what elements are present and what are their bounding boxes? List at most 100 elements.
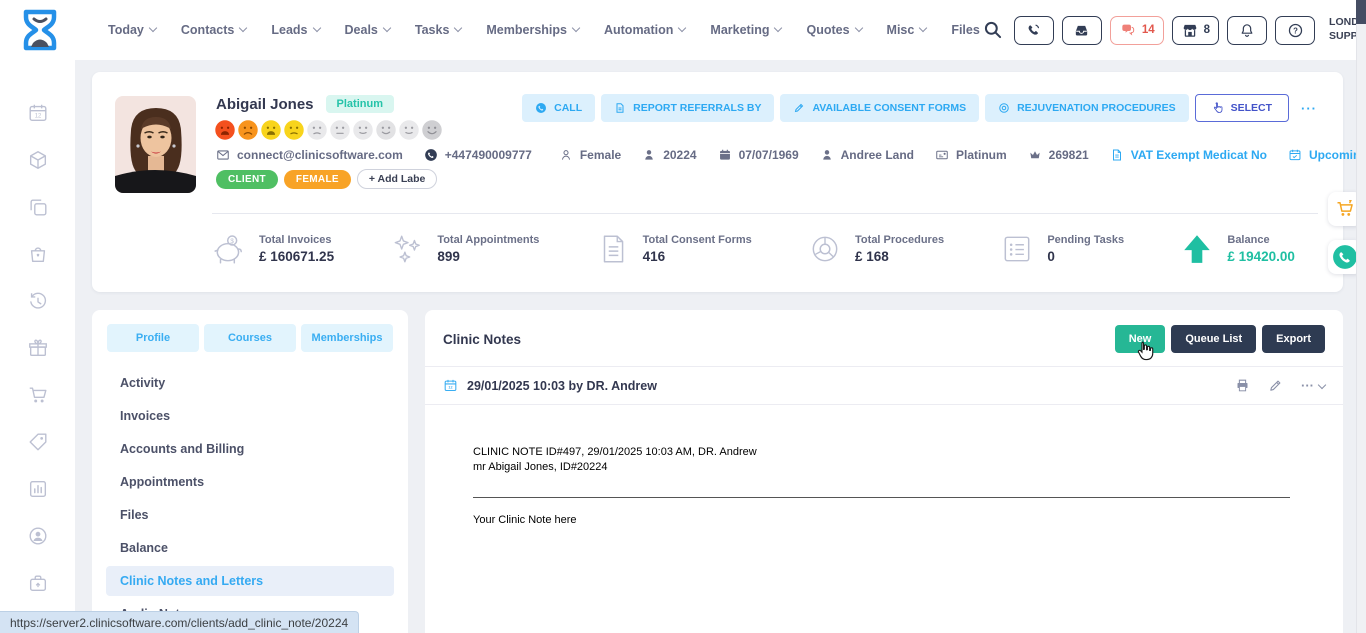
client-email[interactable]: connect@clinicsoftware.com [216, 148, 403, 162]
nav-quotes[interactable]: Quotes [806, 23, 861, 37]
call-button[interactable]: CALL [522, 94, 595, 122]
notifications-button[interactable] [1227, 16, 1267, 45]
search-button[interactable] [980, 17, 1006, 43]
frown-face[interactable] [237, 119, 259, 141]
client-phone-text: +447490009777 [445, 148, 532, 162]
tab-courses[interactable]: Courses [204, 324, 296, 352]
cart-icon[interactable] [27, 384, 49, 406]
clinicsoftware-logo[interactable] [20, 7, 60, 53]
stat-label: Total Procedures [855, 234, 944, 246]
help-button[interactable]: ? [1275, 16, 1315, 45]
happy-face[interactable] [398, 119, 420, 141]
calendar-icon: 12 [443, 378, 458, 393]
edit-pencil-icon[interactable] [1268, 378, 1283, 393]
angry-face[interactable] [214, 119, 236, 141]
available-consent-forms-button[interactable]: AVAILABLE CONSENT FORMS [780, 94, 979, 122]
nav-leads[interactable]: Leads [271, 23, 319, 37]
shopping-bag-icon[interactable] [27, 243, 49, 265]
ok-face[interactable] [352, 119, 374, 141]
stat-value: 0 [1047, 249, 1124, 264]
bar-chart-icon[interactable] [27, 478, 49, 500]
chevron-down-icon [454, 24, 462, 32]
nav-marketing[interactable]: Marketing [710, 23, 781, 37]
queue-list-button[interactable]: Queue List [1171, 325, 1256, 353]
note-body[interactable]: CLINIC NOTE ID#497, 29/01/2025 10:03 AM,… [425, 405, 1343, 528]
nav-deals[interactable]: Deals [345, 23, 390, 37]
meh-face[interactable] [306, 119, 328, 141]
nav-tasks[interactable]: Tasks [415, 23, 462, 37]
menu-item-balance[interactable]: Balance [106, 533, 394, 563]
gift-icon[interactable] [27, 337, 49, 359]
calendar-icon[interactable]: 12 [27, 102, 49, 124]
export-button[interactable]: Export [1262, 325, 1325, 353]
shop-button[interactable]: 8 [1172, 16, 1219, 45]
menu-item-appointments[interactable]: Appointments [106, 467, 394, 497]
select-button[interactable]: SELECT [1195, 94, 1289, 122]
add-label-button[interactable]: + Add Labe [357, 169, 438, 189]
briefcase-icon[interactable] [27, 572, 49, 594]
history-icon[interactable] [27, 290, 49, 312]
note-entry-actions: ··· [1235, 378, 1325, 393]
procedure-icon [998, 102, 1010, 114]
menu-item-clinic-notes[interactable]: Clinic Notes and Letters [106, 566, 394, 596]
sparkles-icon [390, 232, 424, 266]
rejuvenation-procedures-button[interactable]: REJUVENATION PROCEDURES [985, 94, 1189, 122]
nav-files[interactable]: Files [951, 23, 980, 37]
report-referrals-button[interactable]: REPORT REFERRALS BY [601, 94, 774, 122]
menu-item-activity[interactable]: Activity [106, 368, 394, 398]
unhappy-face[interactable] [283, 119, 305, 141]
task-list-icon [1000, 232, 1034, 266]
crown-icon [1028, 148, 1042, 162]
smile-face[interactable] [375, 119, 397, 141]
grin-face[interactable] [421, 119, 443, 141]
client-menu-list: Activity Invoices Accounts and Billing A… [104, 368, 396, 629]
consent-form-icon [596, 232, 630, 266]
profile-more-button[interactable]: ··· [1295, 101, 1323, 116]
vat-exempt-link[interactable]: VAT Exempt Medicat No [1110, 148, 1267, 162]
mood-scale[interactable] [214, 119, 443, 141]
tag-icon[interactable] [27, 431, 49, 453]
sad-face[interactable] [260, 119, 282, 141]
rejuvenation-label: REJUVENATION PROCEDURES [1017, 102, 1176, 114]
chat-bubbles-icon [1119, 22, 1137, 38]
scrollbar-thumb[interactable] [1356, 0, 1366, 24]
nav-memberships[interactable]: Memberships [486, 23, 579, 37]
profile-divider [212, 213, 1318, 214]
messages-button[interactable]: 14 [1110, 16, 1164, 45]
menu-item-files[interactable]: Files [106, 500, 394, 530]
tag-client[interactable]: CLIENT [216, 170, 278, 189]
nav-automation[interactable]: Automation [604, 23, 685, 37]
client-loyalty-points: 269821 [1028, 148, 1089, 162]
note-more-button[interactable]: ··· [1301, 378, 1325, 393]
stat-total-procedures: Total Procedures£ 168 [808, 232, 944, 266]
dialer-button[interactable] [1014, 16, 1054, 45]
client-photo[interactable] [115, 96, 196, 193]
phone-circle-icon [1332, 244, 1358, 270]
nav-today[interactable]: Today [108, 23, 156, 37]
neutral-face[interactable] [329, 119, 351, 141]
page-scrollbar[interactable] [1356, 0, 1366, 633]
cube-icon[interactable] [27, 149, 49, 171]
new-note-button[interactable]: New [1115, 325, 1166, 353]
tab-memberships[interactable]: Memberships [301, 324, 393, 352]
menu-item-invoices[interactable]: Invoices [106, 401, 394, 431]
tag-female[interactable]: FEMALE [284, 170, 351, 189]
print-icon[interactable] [1235, 378, 1250, 393]
consent-forms-label: AVAILABLE CONSENT FORMS [812, 102, 966, 114]
up-arrow-icon [1180, 232, 1214, 266]
client-phone[interactable]: +447490009777 [424, 148, 532, 162]
copy-icon[interactable] [27, 196, 49, 218]
person-solid-icon [642, 148, 656, 162]
user-clock-icon[interactable] [27, 525, 49, 547]
menu-item-accounts-billing[interactable]: Accounts and Billing [106, 434, 394, 464]
nav-contacts[interactable]: Contacts [181, 23, 246, 37]
select-button-label: SELECT [1231, 102, 1272, 114]
tab-profile[interactable]: Profile [107, 324, 199, 352]
note-date-text: 29/01/2025 10:03 by DR. Andrew [467, 379, 657, 393]
nav-today-label: Today [108, 23, 144, 37]
clinicsoftware-app: Today Contacts Leads Deals Tasks Members… [0, 0, 1366, 633]
nav-misc[interactable]: Misc [887, 23, 927, 37]
upcoming-meetings-link[interactable]: Upcoming Meetings [1288, 148, 1366, 162]
calendar-check-icon [1288, 148, 1302, 162]
inbox-button[interactable] [1062, 16, 1102, 45]
